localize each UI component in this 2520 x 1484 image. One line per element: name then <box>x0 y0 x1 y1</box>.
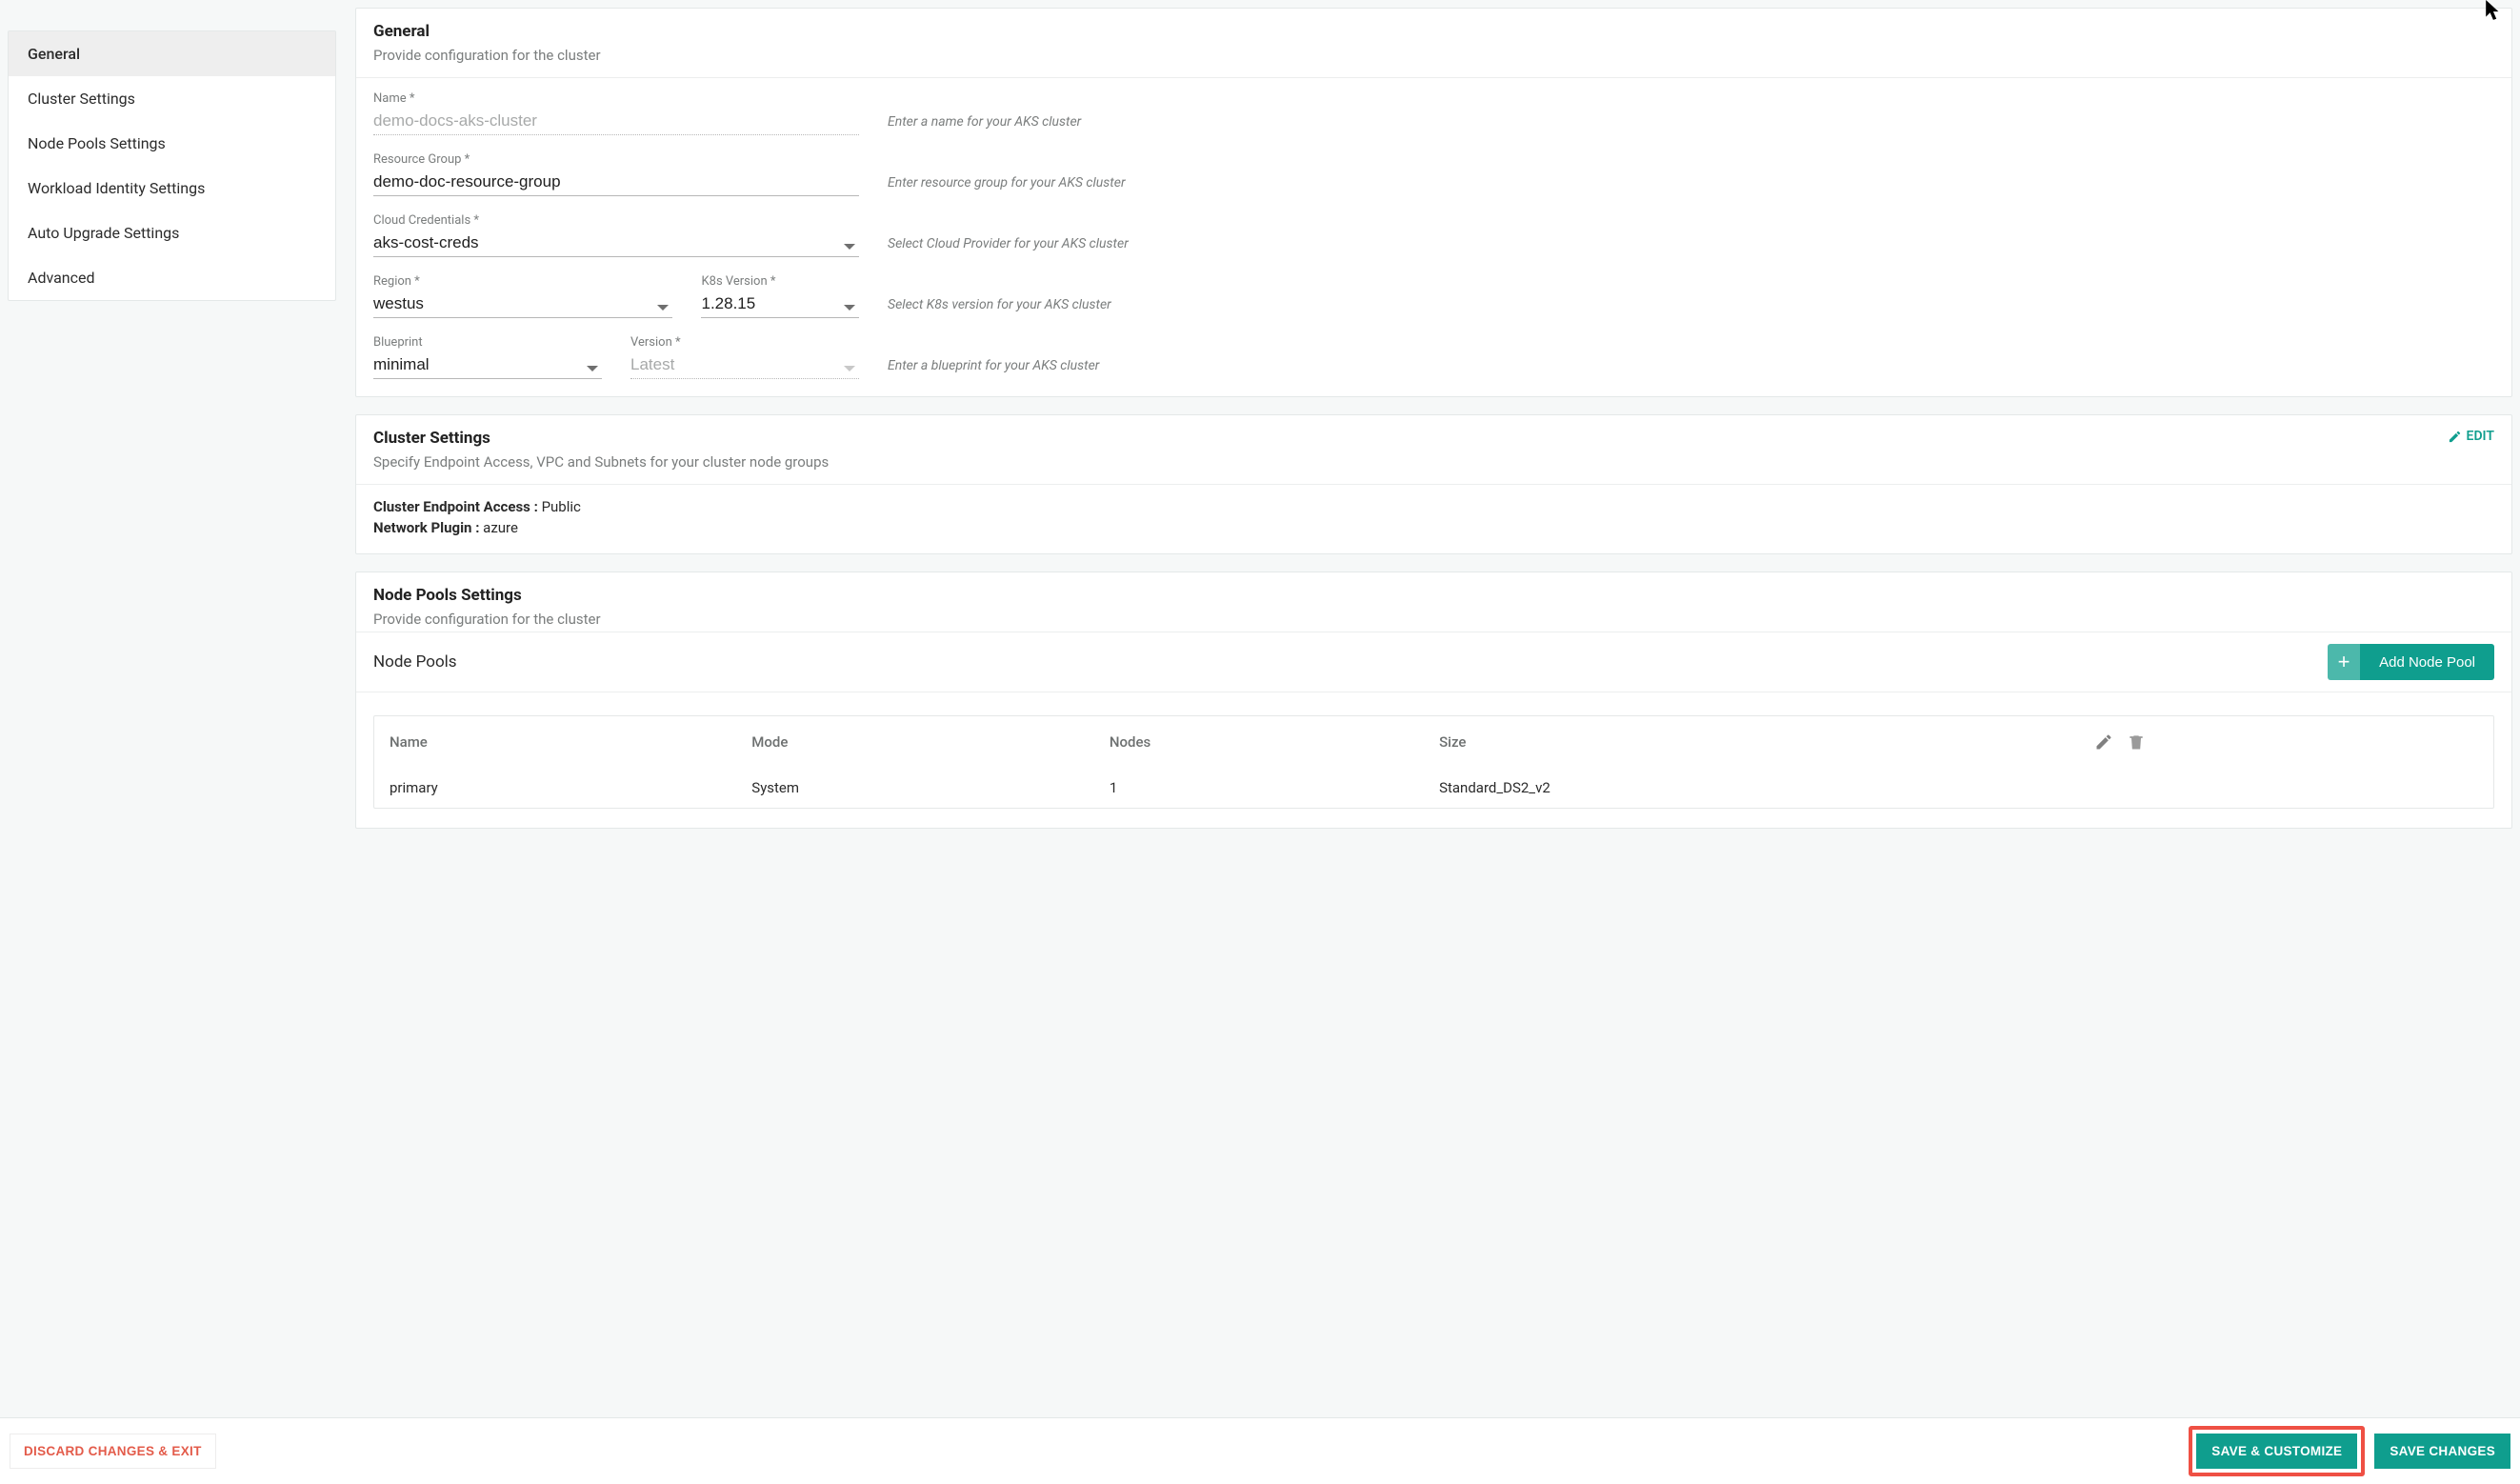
sidebar-item-auto-upgrade-settings[interactable]: Auto Upgrade Settings <box>9 211 335 255</box>
cell-size: Standard_DS2_v2 <box>1424 768 2074 808</box>
node-pools-card: Node Pools Settings Provide configuratio… <box>355 572 2512 829</box>
node-pools-table: Name Mode Nodes Size <box>374 716 2493 808</box>
sidebar: General Cluster Settings Node Pools Sett… <box>8 30 336 1410</box>
general-card: General Provide configuration for the cl… <box>355 8 2512 397</box>
general-subtitle: Provide configuration for the cluster <box>373 47 601 64</box>
cluster-settings-subtitle: Specify Endpoint Access, VPC and Subnets… <box>373 453 829 471</box>
add-node-pool-plus-button[interactable]: + <box>2328 644 2360 680</box>
cell-name: primary <box>374 768 736 808</box>
bottom-bar: DISCARD CHANGES & EXIT SAVE & CUSTOMIZE … <box>0 1417 2520 1484</box>
cloud-credentials-select[interactable] <box>373 230 859 257</box>
save-changes-button[interactable]: SAVE CHANGES <box>2374 1434 2510 1469</box>
chevron-down-icon <box>844 366 855 371</box>
chevron-down-icon <box>587 366 598 371</box>
blueprint-helper: Enter a blueprint for your AKS cluster <box>888 358 2494 379</box>
chevron-down-icon <box>657 305 669 311</box>
chevron-down-icon <box>844 305 855 311</box>
save-customize-highlight: SAVE & CUSTOMIZE <box>2189 1426 2365 1476</box>
endpoint-access-line: Cluster Endpoint Access : Public <box>373 498 2494 515</box>
resource-group-input[interactable] <box>373 169 859 196</box>
region-select[interactable] <box>373 291 672 318</box>
k8s-version-label: K8s Version * <box>701 274 859 289</box>
blueprint-select[interactable] <box>373 351 602 379</box>
resource-group-helper: Enter resource group for your AKS cluste… <box>888 175 2494 196</box>
version-select <box>630 351 859 379</box>
k8s-version-helper: Select K8s version for your AKS cluster <box>888 297 2494 318</box>
cluster-settings-card: Cluster Settings Specify Endpoint Access… <box>355 414 2512 554</box>
col-name: Name <box>374 716 736 768</box>
edit-node-pool-button[interactable] <box>2090 728 2118 756</box>
save-and-customize-button[interactable]: SAVE & CUSTOMIZE <box>2196 1434 2357 1469</box>
chevron-down-icon <box>844 244 855 250</box>
delete-node-pool-button[interactable] <box>2122 728 2150 756</box>
region-label: Region * <box>373 274 672 289</box>
network-plugin-line: Network Plugin : azure <box>373 519 2494 536</box>
col-size: Size <box>1424 716 2074 768</box>
node-pools-title: Node Pools Settings <box>373 586 601 605</box>
table-row: primary System 1 Standard_DS2_v2 <box>374 768 2493 808</box>
name-label: Name * <box>373 91 859 106</box>
cell-nodes: 1 <box>1094 768 1424 808</box>
k8s-version-select[interactable] <box>701 291 859 318</box>
col-nodes: Nodes <box>1094 716 1424 768</box>
general-title: General <box>373 22 601 41</box>
col-mode: Mode <box>736 716 1094 768</box>
cloud-credentials-label: Cloud Credentials * <box>373 213 859 228</box>
node-pools-section-label: Node Pools <box>373 652 457 672</box>
sidebar-item-node-pools-settings[interactable]: Node Pools Settings <box>9 121 335 166</box>
sidebar-item-advanced[interactable]: Advanced <box>9 255 335 300</box>
blueprint-label: Blueprint <box>373 335 602 350</box>
sidebar-item-workload-identity-settings[interactable]: Workload Identity Settings <box>9 166 335 211</box>
edit-cluster-settings-button[interactable]: EDIT <box>2448 429 2494 444</box>
plus-icon: + <box>2338 650 2350 674</box>
cell-mode: System <box>736 768 1094 808</box>
cloud-credentials-helper: Select Cloud Provider for your AKS clust… <box>888 236 2494 257</box>
name-helper: Enter a name for your AKS cluster <box>888 114 2494 135</box>
version-label: Version * <box>630 335 859 350</box>
sidebar-item-general[interactable]: General <box>9 31 335 76</box>
sidebar-item-cluster-settings[interactable]: Cluster Settings <box>9 76 335 121</box>
node-pools-subtitle: Provide configuration for the cluster <box>373 611 601 628</box>
pencil-icon <box>2448 430 2462 444</box>
edit-label: EDIT <box>2467 429 2494 444</box>
resource-group-label: Resource Group * <box>373 152 859 167</box>
main-content: General Provide configuration for the cl… <box>355 8 2512 1410</box>
discard-changes-button[interactable]: DISCARD CHANGES & EXIT <box>10 1434 216 1469</box>
add-node-pool-button[interactable]: Add Node Pool <box>2360 644 2494 680</box>
name-input <box>373 108 859 135</box>
cluster-settings-title: Cluster Settings <box>373 429 829 448</box>
